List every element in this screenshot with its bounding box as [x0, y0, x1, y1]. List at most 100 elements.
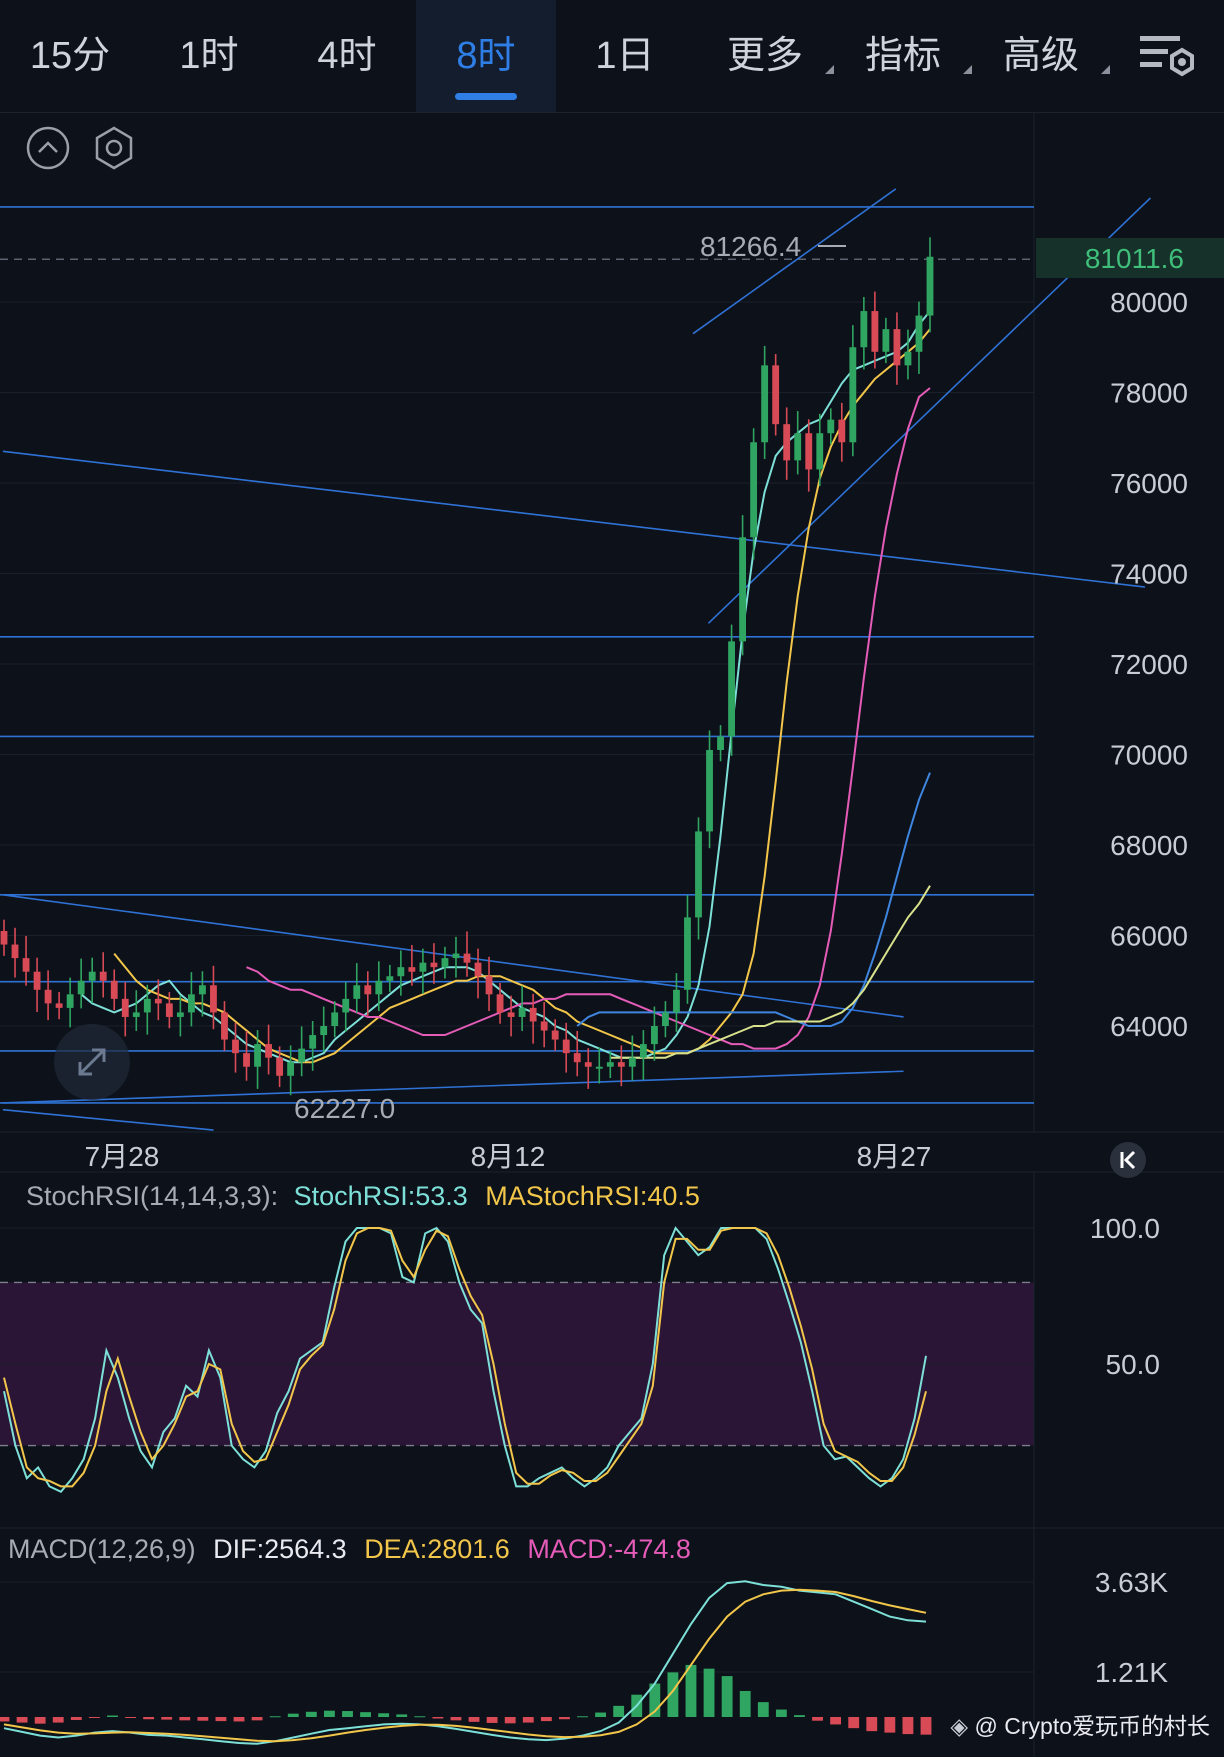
moving-average-line: [246, 387, 931, 1050]
candle-body: [926, 256, 934, 316]
candle-body: [386, 976, 394, 981]
candle-body: [915, 315, 923, 352]
tab-4h[interactable]: 4时: [278, 0, 416, 112]
tab-15m[interactable]: 15分: [0, 0, 140, 112]
candle-body: [485, 976, 493, 995]
tab-advanced-dropdown[interactable]: 高级: [976, 0, 1110, 112]
candle-body: [11, 944, 19, 959]
candle-body: [331, 1012, 339, 1026]
macd-histogram-bar: [884, 1717, 896, 1733]
macd-histogram-bar: [179, 1717, 191, 1721]
candle-body: [232, 1039, 239, 1054]
stoch-tick-label: 100.0: [1090, 1213, 1160, 1244]
candle-body: [121, 998, 129, 1017]
candle-body: [827, 419, 835, 434]
diagonal-trend-line: [692, 188, 897, 335]
active-tab-indicator: [455, 93, 517, 100]
macd-histogram-bar: [287, 1713, 299, 1717]
candle-body: [441, 958, 449, 968]
macd-histogram-bar: [631, 1694, 643, 1717]
diagonal-trend-line: [2, 1108, 214, 1131]
candle-body: [639, 1044, 647, 1058]
candle-body: [0, 930, 8, 945]
stochrsi-d-value: MAStochRSI:40.5: [485, 1181, 700, 1211]
tab-1d[interactable]: 1日: [556, 0, 694, 112]
candle-body: [375, 980, 383, 995]
candle-body: [364, 985, 372, 995]
candle-body: [44, 989, 52, 1004]
macd-histogram-bar: [812, 1717, 823, 1721]
tab-more-dropdown[interactable]: 更多: [700, 0, 834, 112]
macd-histogram-bar: [504, 1717, 516, 1724]
macd-histogram-bar: [830, 1717, 842, 1725]
expand-arrows-icon[interactable]: [52, 1022, 132, 1102]
binance-logo-icon: ◈: [950, 1713, 969, 1739]
candle-body: [871, 311, 879, 352]
tab-indicators-dropdown[interactable]: 指标: [838, 0, 972, 112]
candle-body: [154, 998, 162, 1004]
candle-body: [463, 953, 471, 963]
macd-histogram-bar: [143, 1717, 155, 1720]
candle-body: [77, 980, 85, 995]
price-tick-label: 74000: [1110, 559, 1188, 590]
macd-histogram-bar: [685, 1664, 697, 1717]
tab-8h[interactable]: 8时: [416, 0, 556, 112]
time-tick-label: 8月12: [471, 1141, 546, 1172]
candle-body: [717, 736, 724, 750]
candle-body: [496, 994, 504, 1013]
macd-legend: MACD(12,26,9) DIF:2564.3 DEA:2801.6 MACD…: [8, 1534, 691, 1564]
macd-histogram-bar: [902, 1717, 914, 1735]
hexagon-settings-icon[interactable]: [90, 124, 138, 172]
candle-body: [320, 1026, 328, 1036]
price-tick-label: 76000: [1110, 468, 1188, 499]
candle-body: [794, 433, 802, 461]
watermark: ◈ @ Crypto爱玩币的村长: [950, 1707, 1210, 1741]
tab-label: 高级: [1002, 35, 1079, 77]
collapse-up-icon[interactable]: [24, 124, 72, 172]
chart-settings-icon[interactable]: [1138, 32, 1200, 80]
candle-body: [22, 958, 30, 972]
candle-body: [893, 329, 901, 366]
candle-body: [750, 442, 758, 538]
candle-body: [243, 1053, 250, 1067]
candlesticks: [0, 237, 934, 1096]
stochrsi-legend: StochRSI(14,14,3,3): StochRSI:53.3 MASto…: [26, 1181, 700, 1211]
chart-canvas: 80000 78000 76000 74000 72000 70000 68000 66000…: [0, 112, 1224, 1757]
tab-label: 8时: [456, 35, 516, 77]
candle-body: [728, 641, 735, 737]
macd-tick-label: 3.63K: [1095, 1567, 1168, 1598]
current-price-label: 81011.6: [1085, 243, 1184, 274]
candle-body: [761, 365, 769, 443]
macd-histogram-bar: [721, 1676, 733, 1717]
candle-body: [617, 1062, 625, 1067]
candle-body: [408, 967, 416, 972]
dropdown-caret-icon: [1101, 65, 1110, 74]
candle-body: [529, 1007, 537, 1022]
tab-label: 15分: [29, 35, 111, 77]
candle-body: [805, 433, 813, 470]
macd-histogram-bar: [215, 1717, 227, 1722]
macd-series-line: [3, 1580, 927, 1745]
tab-1h[interactable]: 1时: [140, 0, 278, 112]
moving-average-line: [576, 772, 931, 1027]
tab-label: 更多: [726, 35, 803, 77]
macd-histogram-bar: [920, 1717, 932, 1735]
current-price-tag: [1036, 238, 1224, 278]
macd-histogram-bar: [396, 1714, 408, 1717]
candle-body: [176, 1012, 184, 1017]
time-axis: 7月28 8月12 8月27: [0, 1131, 1224, 1173]
diagonal-trend-line: [2, 893, 904, 1018]
diagonal-trend-line: [2, 450, 1146, 588]
candle-body: [221, 1012, 228, 1040]
tab-label: 4时: [317, 35, 377, 77]
macd-histogram-bar: [577, 1716, 588, 1718]
stoch-neutral-zone: [0, 1282, 1034, 1446]
scroll-to-latest-icon[interactable]: [1108, 1140, 1148, 1180]
candle-body: [706, 749, 713, 832]
candle-body: [397, 967, 405, 977]
tab-label: 1日: [595, 35, 655, 77]
candle-body: [165, 1003, 173, 1017]
candle-body: [452, 953, 460, 959]
candle-body: [88, 971, 96, 981]
time-tick-label: 8月27: [857, 1141, 932, 1172]
